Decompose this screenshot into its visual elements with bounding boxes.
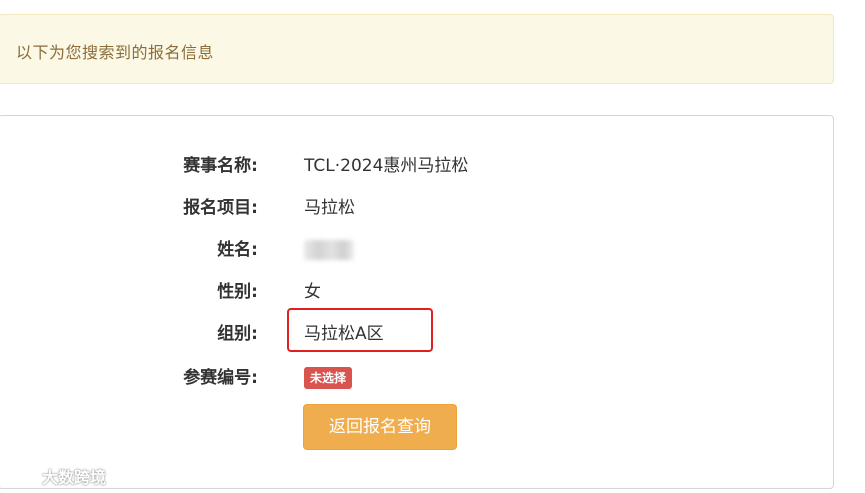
search-result-alert: 以下为您搜索到的报名信息 [0,14,834,84]
watermark-text: 大数跨境 [42,468,107,487]
bib-row: 参赛编号: 未选择 [0,365,833,391]
group-label: 组别: [217,324,258,344]
gender-value: 女 [304,282,321,302]
alert-text: 以下为您搜索到的报名信息 [16,43,215,62]
name-row: 姓名: [0,237,833,263]
bib-status-badge: 未选择 [304,367,353,389]
back-to-query-button[interactable]: 返回报名查询 [303,404,457,450]
name-value-redacted [304,240,354,260]
page: 以下为您搜索到的报名信息 赛事名称: TCL·2024惠州马拉松 报名项目: 马… [0,0,865,493]
event-name-row: 赛事名称: TCL·2024惠州马拉松 [0,153,833,179]
project-label: 报名项目: [183,198,258,218]
name-label: 姓名: [217,240,258,260]
gender-row: 性别: 女 [0,279,833,305]
event-name-label: 赛事名称: [183,156,258,176]
gender-label: 性别: [217,282,258,302]
project-value: 马拉松 [304,198,355,218]
watermark: 大数跨境 [8,464,106,488]
bib-label: 参赛编号: [183,368,258,388]
watermark-logo-icon [9,468,37,484]
group-highlight-box [287,308,433,352]
project-row: 报名项目: 马拉松 [0,195,833,221]
event-name-value: TCL·2024惠州马拉松 [304,156,469,176]
